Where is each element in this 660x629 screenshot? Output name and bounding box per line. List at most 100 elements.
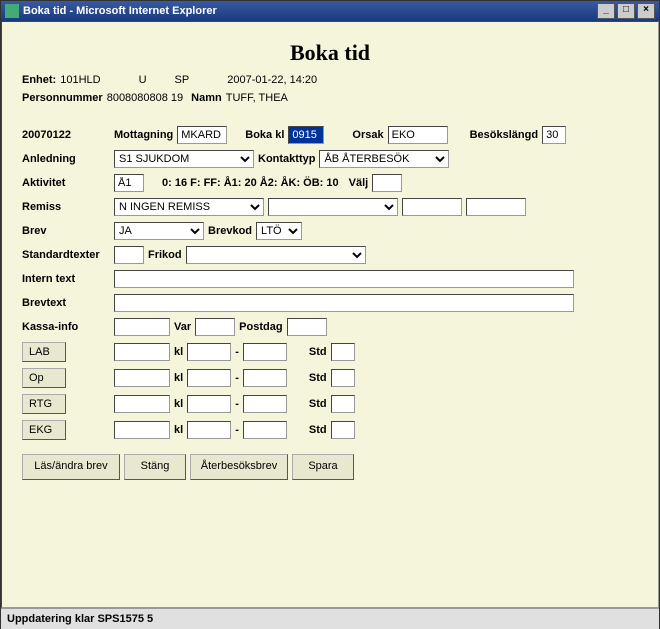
exam-input1[interactable] xyxy=(114,369,170,387)
postdag-label: Postdag xyxy=(239,321,282,333)
pnr-label: Personnummer xyxy=(22,92,103,104)
bokakl-input[interactable] xyxy=(288,126,324,144)
intern-row: Intern text xyxy=(22,270,638,288)
exam-button[interactable]: RTG xyxy=(22,394,66,414)
brevkod-label: Brevkod xyxy=(208,225,252,237)
kontakttyp-select[interactable]: ÅB ÅTERBESÖK xyxy=(319,150,449,168)
exam-row: Opkl-Std xyxy=(22,368,638,388)
kassa-row: Kassa-info Var Postdag xyxy=(22,318,638,336)
name-value: TUFF, THEA xyxy=(226,92,288,104)
remiss-label: Remiss xyxy=(22,201,110,213)
intern-input[interactable] xyxy=(114,270,574,288)
mottagning-label: Mottagning xyxy=(114,129,173,141)
exam-button[interactable]: LAB xyxy=(22,342,66,362)
exam-kl1[interactable] xyxy=(187,395,231,413)
brevtext-input[interactable] xyxy=(114,294,574,312)
name-label: Namn xyxy=(191,92,222,104)
spara-button[interactable]: Spara xyxy=(292,454,354,480)
header-row: Enhet: 101HLD U SP 2007-01-22, 14:20 xyxy=(22,74,638,86)
exam-std[interactable] xyxy=(331,343,355,361)
besokslangd-label: Besökslängd xyxy=(470,129,538,141)
page-title: Boka tid xyxy=(22,40,638,66)
statusbar: Uppdatering klar SPS1575 5 xyxy=(1,608,659,629)
content: Boka tid Enhet: 101HLD U SP 2007-01-22, … xyxy=(1,21,659,608)
standard-label: Standardtexter xyxy=(22,249,110,261)
maximize-button[interactable]: □ xyxy=(617,3,635,19)
std-label: Std xyxy=(309,398,327,410)
kassa-label: Kassa-info xyxy=(22,321,110,333)
std-label: Std xyxy=(309,346,327,358)
brev-row: Brev JA Brevkod LTÖ xyxy=(22,222,638,240)
exam-kl1[interactable] xyxy=(187,369,231,387)
patient-row: Personnummer 8008080808 19 Namn TUFF, TH… xyxy=(22,92,638,104)
titlebar: Boka tid - Microsoft Internet Explorer _… xyxy=(1,1,659,21)
postdag-input[interactable] xyxy=(287,318,327,336)
valj-input[interactable] xyxy=(372,174,402,192)
orsak-input[interactable] xyxy=(388,126,448,144)
booking-row: 20070122 Mottagning Boka kl Orsak Besöks… xyxy=(22,126,638,144)
brevtext-row: Brevtext xyxy=(22,294,638,312)
ater-button[interactable]: Återbesöksbrev xyxy=(190,454,288,480)
exam-button[interactable]: EKG xyxy=(22,420,66,440)
stang-button[interactable]: Stäng xyxy=(124,454,186,480)
close-button[interactable]: × xyxy=(637,3,655,19)
anledning-label: Anledning xyxy=(22,153,110,165)
standard-input[interactable] xyxy=(114,246,144,264)
frikod-label: Frikod xyxy=(148,249,182,261)
intern-label: Intern text xyxy=(22,273,110,285)
exam-input1[interactable] xyxy=(114,395,170,413)
kl-label: kl xyxy=(174,372,183,384)
kontakttyp-label: Kontakttyp xyxy=(258,153,315,165)
las-button[interactable]: Läs/ändra brev xyxy=(22,454,120,480)
aktivitet-codes: 0: 16 F: FF: Å1: 20 Å2: ÅK: ÖB: 10 xyxy=(162,177,339,189)
header-u: U xyxy=(139,74,147,86)
anledning-row: Anledning S1 SJUKDOM Kontakttyp ÅB ÅTERB… xyxy=(22,150,638,168)
besokslangd-input[interactable] xyxy=(542,126,566,144)
exam-kl2[interactable] xyxy=(243,343,287,361)
remiss-select[interactable]: N INGEN REMISS xyxy=(114,198,264,216)
remiss-select2[interactable] xyxy=(268,198,398,216)
frikod-select[interactable] xyxy=(186,246,366,264)
aktivitet-label: Aktivitet xyxy=(22,177,110,189)
kassa-input[interactable] xyxy=(114,318,170,336)
std-label: Std xyxy=(309,372,327,384)
status-text: Uppdatering klar SPS1575 5 xyxy=(7,613,153,625)
var-label: Var xyxy=(174,321,191,333)
remiss-row: Remiss N INGEN REMISS xyxy=(22,198,638,216)
brevkod-select[interactable]: LTÖ xyxy=(256,222,302,240)
var-input[interactable] xyxy=(195,318,235,336)
aktivitet-input[interactable] xyxy=(114,174,144,192)
exam-std[interactable] xyxy=(331,421,355,439)
remiss-input2[interactable] xyxy=(466,198,526,216)
date-label: 20070122 xyxy=(22,129,110,141)
exam-kl2[interactable] xyxy=(243,421,287,439)
brev-label: Brev xyxy=(22,225,110,237)
standard-row: Standardtexter Frikod xyxy=(22,246,638,264)
brev-select[interactable]: JA xyxy=(114,222,204,240)
enhet-value: 101HLD xyxy=(60,74,100,86)
minimize-button[interactable]: _ xyxy=(597,3,615,19)
ie-icon xyxy=(5,4,19,18)
exam-input1[interactable] xyxy=(114,421,170,439)
bokakl-label: Boka kl xyxy=(245,129,284,141)
exam-input1[interactable] xyxy=(114,343,170,361)
orsak-label: Orsak xyxy=(352,129,383,141)
anledning-select[interactable]: S1 SJUKDOM xyxy=(114,150,254,168)
exam-row: RTGkl-Std xyxy=(22,394,638,414)
exam-kl1[interactable] xyxy=(187,343,231,361)
header-datetime: 2007-01-22, 14:20 xyxy=(227,74,317,86)
button-bar: Läs/ändra brev Stäng Återbesöksbrev Spar… xyxy=(22,454,638,480)
remiss-input1[interactable] xyxy=(402,198,462,216)
std-label: Std xyxy=(309,424,327,436)
exam-kl2[interactable] xyxy=(243,369,287,387)
aktivitet-row: Aktivitet 0: 16 F: FF: Å1: 20 Å2: ÅK: ÖB… xyxy=(22,174,638,192)
mottagning-input[interactable] xyxy=(177,126,227,144)
header-sp: SP xyxy=(175,74,190,86)
exam-std[interactable] xyxy=(331,369,355,387)
kl-label: kl xyxy=(174,346,183,358)
exam-button[interactable]: Op xyxy=(22,368,66,388)
exam-kl2[interactable] xyxy=(243,395,287,413)
exam-std[interactable] xyxy=(331,395,355,413)
exam-kl1[interactable] xyxy=(187,421,231,439)
window-title: Boka tid - Microsoft Internet Explorer xyxy=(23,5,217,17)
